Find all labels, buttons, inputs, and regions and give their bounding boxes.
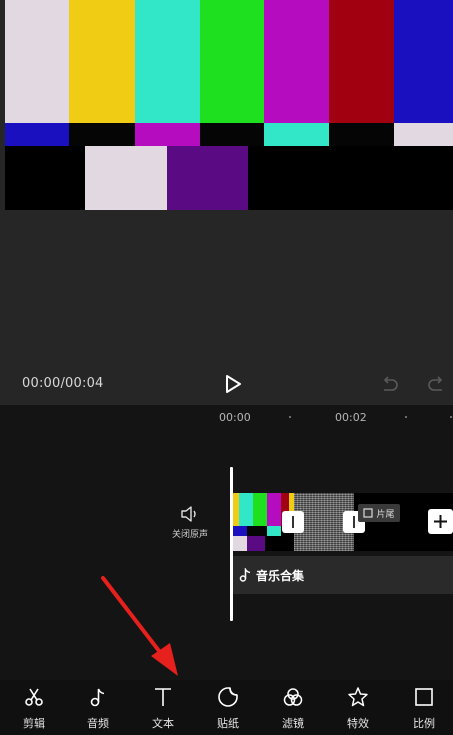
mute-label: 关闭原声 xyxy=(171,530,208,540)
undo-icon xyxy=(383,376,398,391)
play-icon xyxy=(226,375,241,393)
tool-label: 比例 xyxy=(413,717,435,730)
redo-icon xyxy=(428,376,443,391)
tool-label: 剪辑 xyxy=(23,717,45,730)
music-track[interactable]: 音乐合集 xyxy=(233,556,453,594)
speaker-icon xyxy=(181,506,196,522)
tool-audio[interactable]: 音频 xyxy=(71,680,125,735)
ratio-square-icon xyxy=(415,688,433,706)
outro-label: 片尾 xyxy=(376,509,395,520)
tool-label: 文本 xyxy=(152,717,174,730)
text-icon xyxy=(155,688,171,706)
tool-text[interactable]: 文本 xyxy=(136,680,190,735)
music-note-icon xyxy=(90,688,105,707)
add-outro-button[interactable]: 片尾 xyxy=(358,504,400,522)
clip-trim-handle[interactable] xyxy=(282,511,304,533)
bottom-toolbar: 剪辑 音频 文本 贴纸 滤镜 特效 比例 xyxy=(0,680,453,735)
tool-ratio[interactable]: 比例 xyxy=(397,680,451,735)
playhead[interactable] xyxy=(230,467,233,621)
add-clip-button[interactable] xyxy=(428,509,453,534)
tool-label: 滤镜 xyxy=(282,717,304,730)
ruler-time-label: 00:00 xyxy=(219,411,251,424)
sticker-icon xyxy=(218,687,238,707)
outro-icon xyxy=(363,508,374,518)
music-note-icon xyxy=(239,568,251,582)
ruler-tick xyxy=(450,416,452,418)
tool-sticker[interactable]: 贴纸 xyxy=(201,680,255,735)
plus-icon xyxy=(434,515,447,528)
effects-star-icon xyxy=(348,687,368,707)
play-button[interactable] xyxy=(222,373,244,395)
color-bars-frame xyxy=(5,0,453,210)
undo-button[interactable] xyxy=(380,374,400,394)
tool-edit[interactable]: 剪辑 xyxy=(7,680,61,735)
ruler-tick xyxy=(405,416,407,418)
filter-icon xyxy=(283,688,303,706)
video-preview: 00:00/00:04 xyxy=(0,0,453,405)
mute-original-sound-button[interactable]: 关闭原声 xyxy=(160,497,220,545)
music-track-label: 音乐合集 xyxy=(256,568,305,583)
ruler-time-label: 00:02 xyxy=(335,411,367,424)
scissors-icon xyxy=(25,688,43,706)
redo-button[interactable] xyxy=(426,374,446,394)
time-display: 00:00/00:04 xyxy=(22,376,104,391)
ruler-tick xyxy=(289,416,291,418)
tool-effects[interactable]: 特效 xyxy=(331,680,385,735)
tool-label: 贴纸 xyxy=(217,717,239,730)
tool-filter[interactable]: 滤镜 xyxy=(266,680,320,735)
timeline-panel[interactable]: 00:00 00:02 关闭原声 片尾 音乐合集 xyxy=(0,405,453,680)
tool-label: 特效 xyxy=(347,717,369,730)
tool-label: 音频 xyxy=(87,717,109,730)
